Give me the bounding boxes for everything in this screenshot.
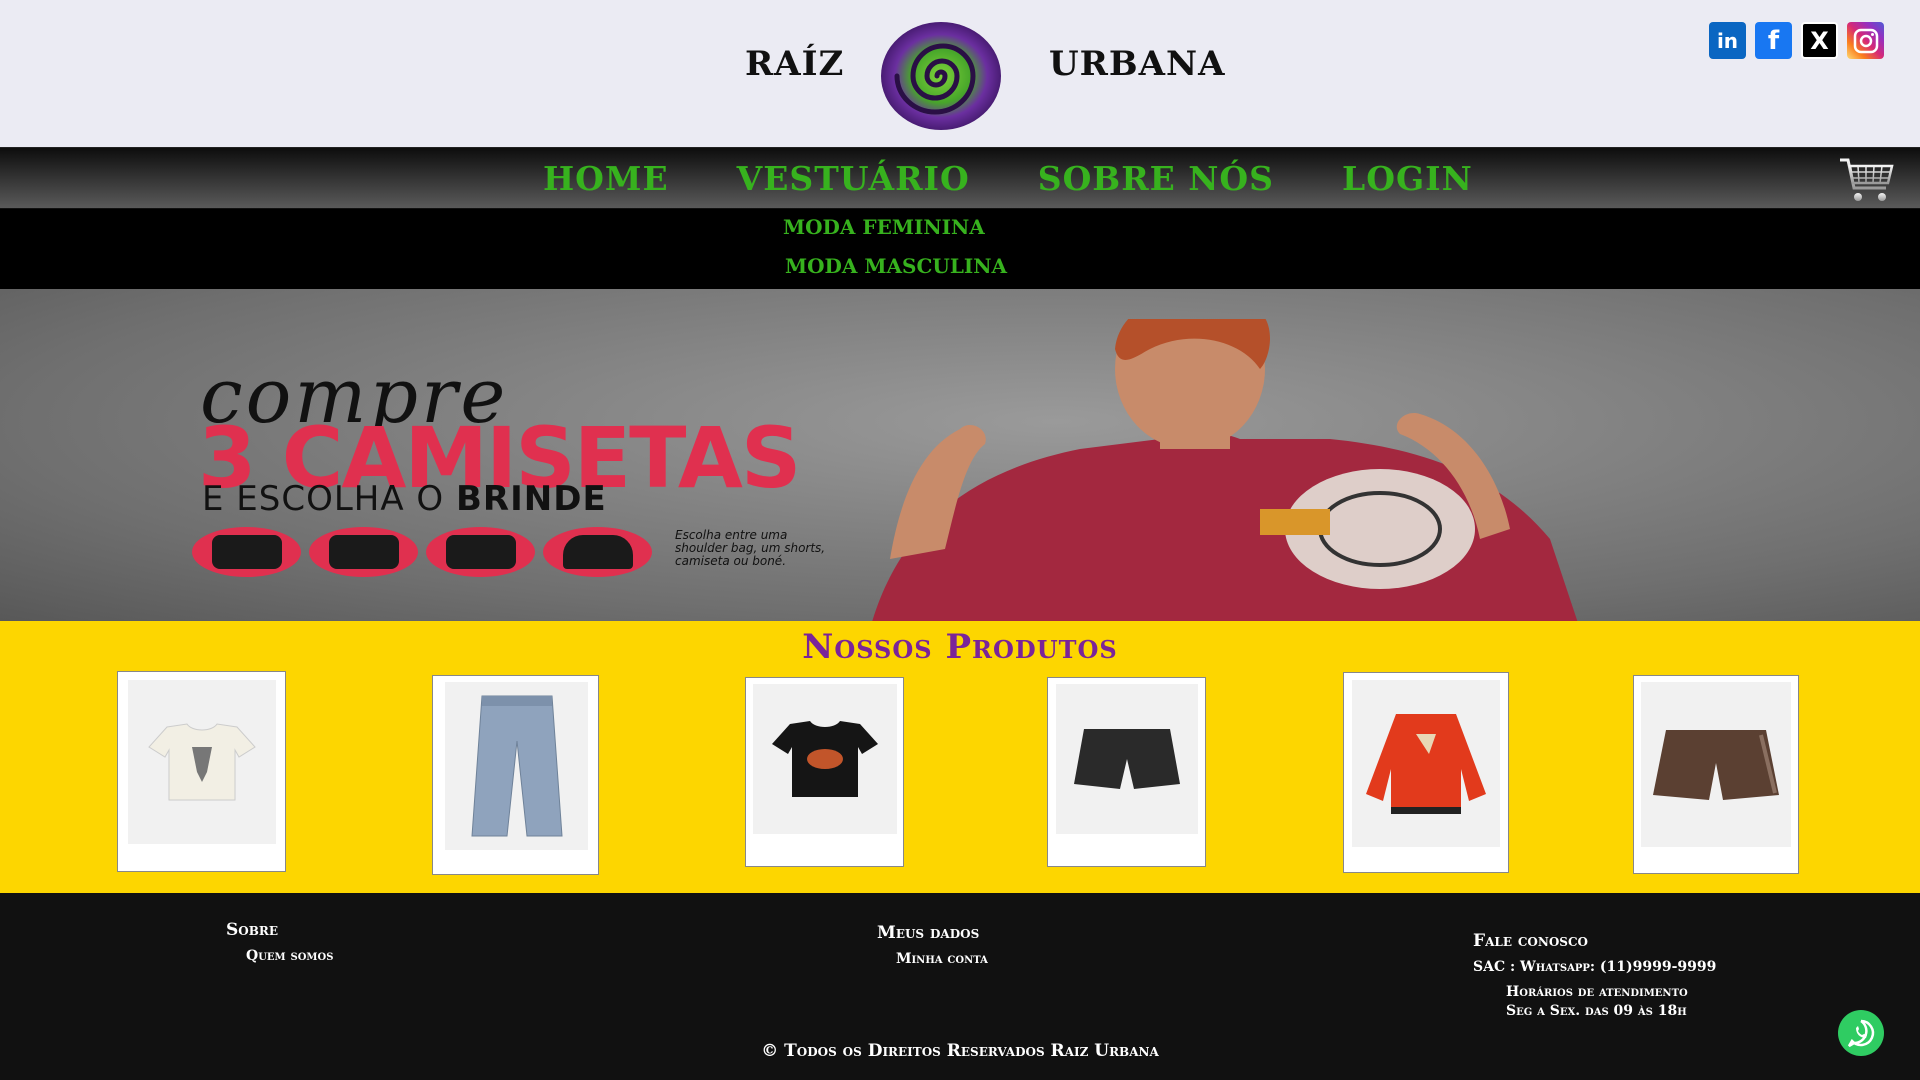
brand-name-right: URBANA: [1049, 44, 1226, 84]
product-card[interactable]: [117, 671, 286, 872]
nav-sobre-nos[interactable]: SOBRE NÓS: [1038, 159, 1274, 198]
instagram-glyph: [1853, 28, 1878, 53]
product-card[interactable]: [1633, 675, 1799, 874]
red-jacket-icon: [1366, 713, 1486, 814]
footer-copyright: © Todos os Direitos Reservados Raiz Urba…: [761, 1041, 1159, 1061]
black-shorts-icon: [1074, 729, 1180, 789]
nav-items: HOME VESTUÁRIO SOBRE NÓS LOGIN: [543, 159, 1473, 198]
dropdown-moda-masculina[interactable]: MODA MASCULINA: [785, 254, 1007, 278]
nav-home[interactable]: HOME: [543, 159, 669, 198]
gift-tshirt-icon: [426, 527, 535, 577]
footer-dias-text: Seg a Sex. das 09 às 18h: [1506, 1003, 1687, 1019]
white-tshirt-icon: [148, 723, 256, 801]
hero-banner[interactable]: compre 3 CAMISETAS E ESCOLHA O BRINDE Es…: [0, 289, 1920, 621]
hero-note: Escolha entre uma shoulder bag, um short…: [675, 528, 826, 568]
footer-sobre-heading: Sobre: [226, 920, 278, 940]
spiral-logo-icon[interactable]: [878, 20, 1004, 132]
brand-name-left: RAÍZ: [745, 44, 845, 84]
footer-meus-dados-heading: Meus dados: [877, 923, 980, 943]
x-icon[interactable]: X: [1801, 22, 1838, 59]
instagram-icon[interactable]: [1847, 22, 1884, 59]
dropdown-moda-feminina[interactable]: MODA FEMININA: [783, 215, 985, 239]
nav-login[interactable]: LOGIN: [1342, 159, 1473, 198]
hero-sub-bold: BRINDE: [456, 479, 607, 519]
footer-fale-conosco-heading: Fale conosco: [1473, 931, 1588, 951]
gift-shorts-icon: [309, 527, 418, 577]
site-footer: Sobre Quem somos Meus dados Minha conta …: [0, 893, 1920, 1080]
product-image: [445, 682, 588, 850]
shopping-cart-icon[interactable]: [1838, 156, 1894, 204]
footer-quem-somos-link[interactable]: Quem somos: [246, 948, 333, 964]
product-card[interactable]: [432, 675, 599, 875]
vestuario-dropdown: MODA FEMININA MODA MASCULINA: [0, 209, 1920, 289]
nav-vestuario[interactable]: VESTUÁRIO: [737, 159, 970, 198]
products-section: Nossos Produtos: [0, 621, 1920, 893]
hero-sub-prefix: E ESCOLHA O: [202, 479, 445, 519]
gift-options: [192, 527, 652, 577]
product-image: [1056, 684, 1198, 834]
product-card[interactable]: [1047, 677, 1206, 867]
footer-horarios-text: Horários de atendimento: [1506, 984, 1688, 1000]
product-image: [128, 680, 276, 844]
products-title: Nossos Produtos: [802, 627, 1118, 667]
jeans-icon: [470, 695, 563, 837]
black-tshirt-icon: [772, 721, 878, 797]
product-image: [1641, 682, 1791, 847]
site-header: RAÍZ URBANA in f X: [0, 0, 1920, 147]
whatsapp-glyph: [1847, 1019, 1875, 1048]
hero-subheadline: E ESCOLHA O BRINDE: [202, 479, 607, 519]
facebook-icon[interactable]: f: [1755, 22, 1792, 59]
social-links: in f X: [1709, 22, 1884, 59]
footer-minha-conta-link[interactable]: Minha conta: [896, 951, 988, 967]
product-image: [1352, 680, 1500, 847]
footer-sac-text: SAC : Whatsapp: (11)9999-9999: [1473, 959, 1717, 975]
whatsapp-icon[interactable]: [1838, 1010, 1884, 1056]
main-nav: HOME VESTUÁRIO SOBRE NÓS LOGIN: [0, 147, 1920, 209]
gift-cap-icon: [543, 527, 652, 577]
gift-bag-icon: [192, 527, 301, 577]
product-card[interactable]: [745, 677, 904, 867]
model-photo: [872, 319, 1578, 621]
linkedin-icon[interactable]: in: [1709, 22, 1746, 59]
product-image: [753, 684, 897, 834]
brown-shorts-icon: [1653, 729, 1779, 800]
product-card[interactable]: [1343, 672, 1509, 873]
